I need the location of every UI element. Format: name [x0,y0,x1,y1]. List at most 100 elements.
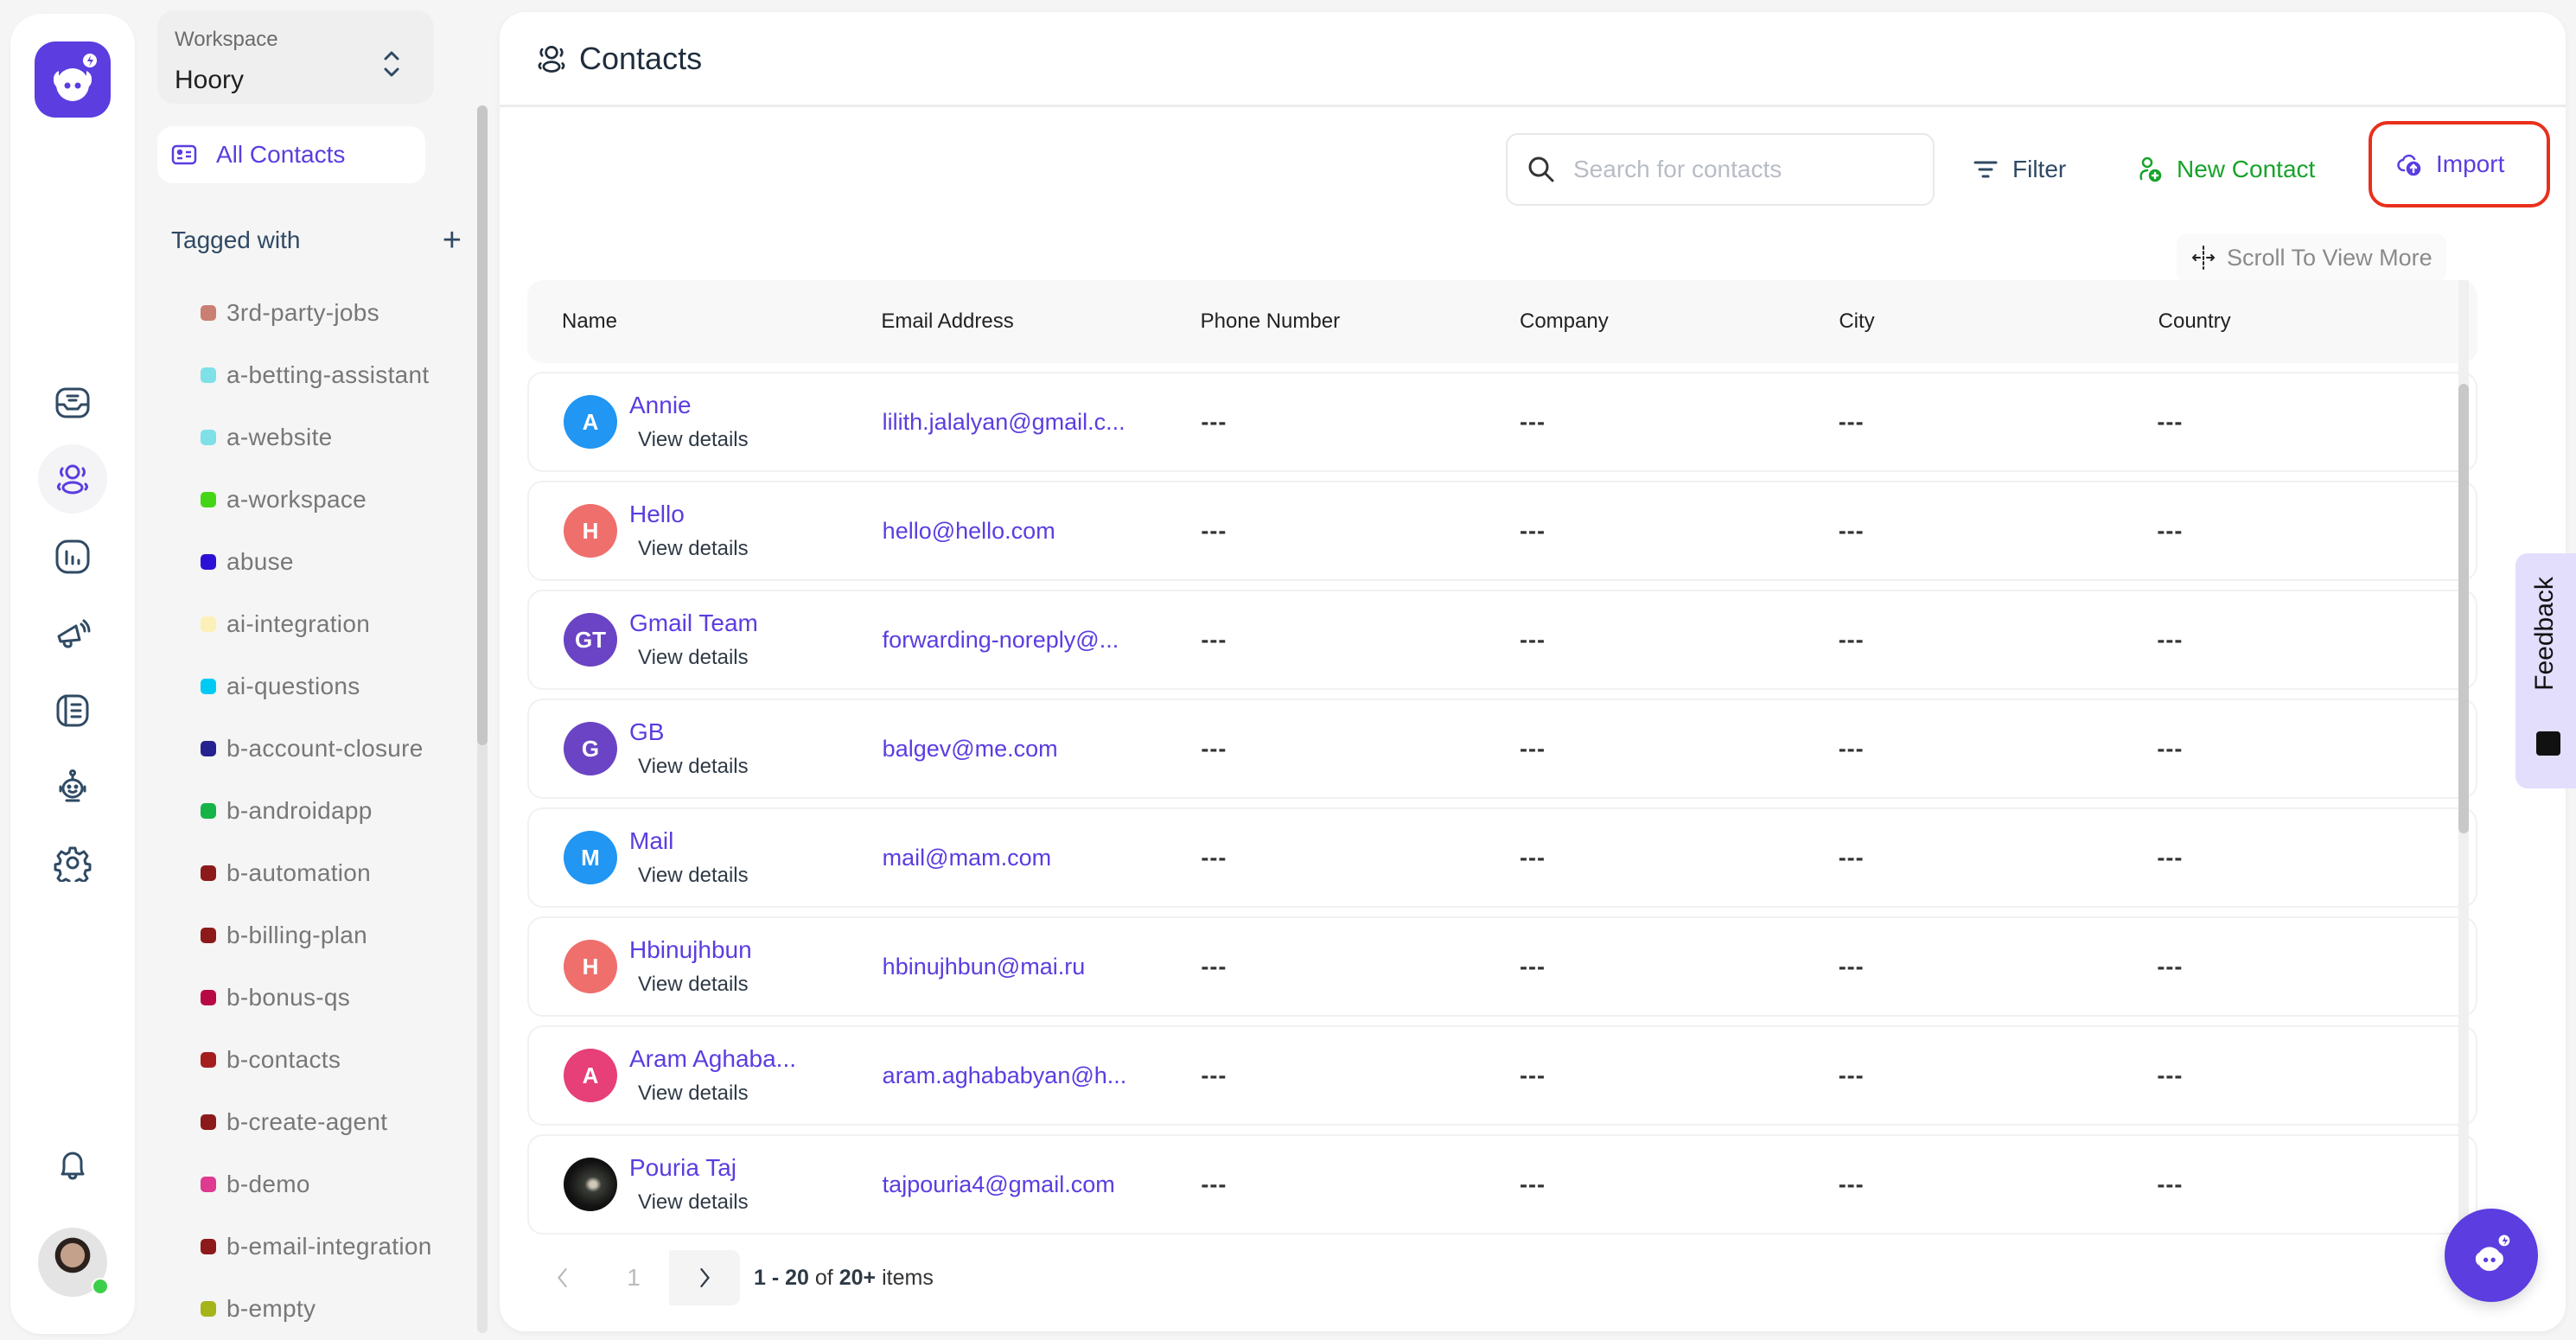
tagged-with-header: Tagged with + [171,223,462,258]
email-cell[interactable]: hello@hello.com [883,518,1202,545]
column-header[interactable]: Name [562,309,881,334]
sidebar-tag-item[interactable]: ai-questions [201,655,432,718]
contact-name-link[interactable]: Hello [629,501,749,528]
rail-contacts[interactable] [38,444,107,514]
workspace-label: Workspace [175,28,278,51]
sidebar-item-all-contacts[interactable]: All Contacts [157,126,425,183]
next-page-button[interactable] [669,1250,740,1305]
contact-name-link[interactable]: Aram Aghaba... [629,1045,796,1073]
view-details-link[interactable]: View details [638,973,752,997]
search-box[interactable] [1506,133,1935,206]
email-cell[interactable]: hbinujhbun@mai.ru [883,954,1202,980]
sidebar-tag-item[interactable]: b-bonus-qs [201,967,432,1029]
import-label: Import [2436,150,2505,177]
company-cell: --- [1520,626,1546,653]
workspace-value: Hoory [175,66,245,94]
contact-name-link[interactable]: Pouria Taj [629,1154,749,1182]
new-contact-button[interactable]: New Contact [2137,144,2315,195]
name-cell: H Hello View details [564,501,883,561]
email-cell[interactable]: tajpouria4@gmail.com [883,1171,1202,1198]
table-scrollbar[interactable] [2458,280,2469,1248]
contact-name-link[interactable]: Gmail Team [629,609,758,637]
contact-name-block: Aram Aghaba... View details [629,1045,796,1106]
contact-name-block: Hello View details [629,501,749,561]
contact-name-link[interactable]: GB [629,718,749,746]
contact-avatar [564,1158,617,1211]
rail-campaigns[interactable] [38,600,107,669]
chevron-right-icon [700,1267,710,1288]
contact-name-link[interactable]: Hbinujhbun [629,936,752,964]
search-input[interactable] [1573,156,1902,183]
contacts-icon [538,45,565,73]
column-header[interactable]: City [1839,309,2158,334]
rail-inbox[interactable] [38,368,107,437]
sidebar-tag-item[interactable]: b-email-integration [201,1216,432,1278]
tag-name: b-automation [226,859,372,886]
pagination-summary: 1 - 20 of 20+ items [754,1266,934,1291]
bot-logo-icon [2475,1235,2510,1272]
rail-reports[interactable] [38,522,107,591]
sidebar-tag-item[interactable]: ai-integration [201,593,432,655]
email-cell[interactable]: balgev@me.com [883,736,1202,763]
rail-bot[interactable] [38,752,107,821]
sidebar-scrollbar[interactable] [477,105,488,1333]
email-cell[interactable]: aram.aghababyan@h... [883,1062,1202,1089]
sidebar-tag-item[interactable]: a-website [201,406,432,469]
feedback-tab[interactable]: Feedback [2515,553,2576,788]
rail-settings[interactable] [38,828,107,897]
view-details-link[interactable]: View details [638,755,749,779]
phone-cell: --- [1201,408,1227,435]
rail-notifications[interactable] [38,1131,107,1200]
page-number[interactable]: 1 [598,1250,669,1305]
sidebar-tag-item[interactable]: b-create-agent [201,1091,432,1153]
add-tag-plus-icon[interactable]: + [443,224,462,257]
sidebar-tag-item[interactable]: b-account-closure [201,718,432,780]
chat-widget-button[interactable] [2445,1209,2538,1302]
view-details-link[interactable]: View details [638,1082,796,1106]
hoory-logo[interactable] [35,41,111,118]
column-header[interactable]: Phone Number [1201,309,1520,334]
view-details-link[interactable]: View details [638,428,749,452]
user-avatar[interactable] [38,1228,109,1297]
workspace-switcher[interactable]: Workspace Hoory [157,10,434,104]
prev-page-button[interactable] [527,1250,598,1305]
sidebar-tag-item[interactable]: 3rd-party-jobs [201,282,432,344]
view-details-link[interactable]: View details [638,864,749,888]
table-scrollbar-thumb[interactable] [2458,384,2469,833]
import-button[interactable]: Import [2369,121,2550,207]
sidebar-scrollbar-thumb[interactable] [477,105,488,745]
city-cell: --- [1838,953,1865,979]
view-details-link[interactable]: View details [638,1190,749,1215]
view-details-link[interactable]: View details [638,646,758,670]
email-cell[interactable]: mail@mam.com [883,845,1202,871]
tag-name: b-contacts [226,1046,341,1073]
sidebar-tag-item[interactable]: b-contacts [201,1029,432,1091]
column-header[interactable]: Company [1520,309,1839,334]
company-cell: --- [1520,517,1546,544]
tag-name: b-empty [226,1295,316,1322]
phone-cell: --- [1201,626,1227,653]
table-row: G GB View details balgev@me.com --- --- --- --- [527,699,2477,799]
tag-name: b-bonus-qs [226,984,351,1011]
sidebar-tag-item[interactable]: a-betting-assistant [201,344,432,406]
sidebar-tag-item[interactable]: b-automation [201,842,432,904]
sidebar-tag-item[interactable]: b-demo [201,1153,432,1216]
feedback-label: Feedback [2530,577,2559,691]
contact-name-link[interactable]: Mail [629,827,749,855]
sidebar-tag-item[interactable]: abuse [201,531,432,593]
sidebar-tag-item[interactable]: a-workspace [201,469,432,531]
rail-knowledge-base[interactable] [38,676,107,745]
column-header[interactable]: Email Address [881,309,1200,334]
email-cell[interactable]: forwarding-noreply@... [883,627,1202,654]
filter-icon [1973,161,1998,178]
view-details-link[interactable]: View details [638,537,749,561]
contact-name-link[interactable]: Annie [629,392,749,419]
column-header[interactable]: Country [2158,309,2477,334]
contact-name-block: Annie View details [629,392,749,452]
sidebar-tag-item[interactable]: b-empty [201,1278,432,1340]
sidebar-tag-item[interactable]: b-androidapp [201,780,432,842]
email-cell[interactable]: lilith.jalalyan@gmail.c... [883,409,1202,436]
filter-button[interactable]: Filter [1973,144,2066,195]
contact-name-block: Hbinujhbun View details [629,936,752,997]
sidebar-tag-item[interactable]: b-billing-plan [201,904,432,967]
